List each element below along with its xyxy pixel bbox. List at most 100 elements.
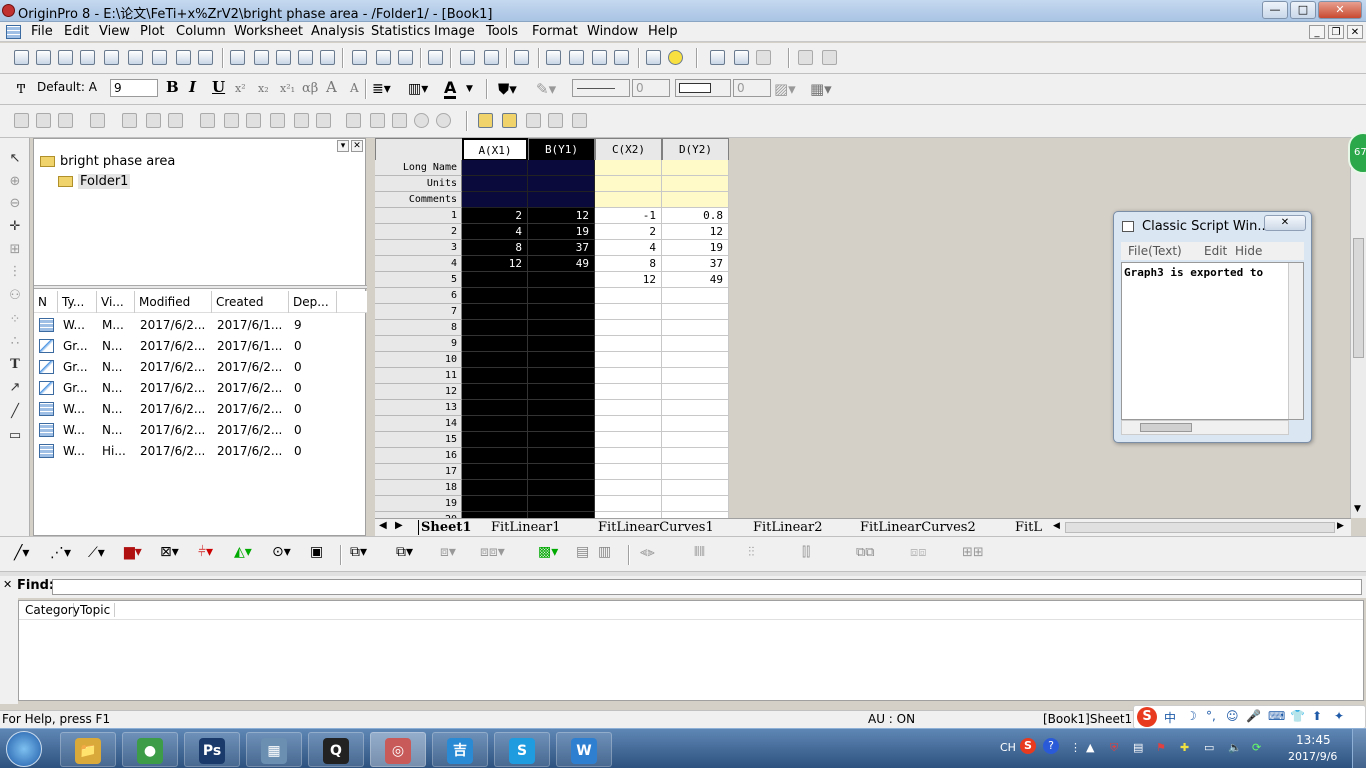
row-header[interactable]: 17 <box>375 464 462 480</box>
explorer-pin-icon[interactable]: ▾ <box>337 140 349 152</box>
tray-arrow-icon[interactable]: ▲ <box>1086 741 1094 754</box>
taskbar-app9[interactable]: W <box>556 732 612 767</box>
3d-surface-icon[interactable]: ⧉▾ <box>396 544 413 560</box>
set-column-values-icon[interactable] <box>822 50 837 65</box>
menu-worksheet[interactable]: Worksheet <box>234 24 303 39</box>
taskbar-explorer[interactable]: 📁 <box>60 732 116 767</box>
open-template-icon[interactable] <box>254 50 269 65</box>
increase-font-button[interactable]: A <box>326 78 337 96</box>
flag-tray-icon[interactable]: ⚑ <box>1156 741 1166 754</box>
row-header[interactable]: 10 <box>375 352 462 368</box>
data-cell[interactable] <box>528 352 595 368</box>
menu-format[interactable]: Format <box>532 24 578 39</box>
data-cell[interactable] <box>662 464 729 480</box>
data-cell[interactable] <box>462 304 528 320</box>
list-item[interactable]: Gr... N... 2017/6/2... 2017/6/1... 0 <box>34 336 367 357</box>
category-header[interactable]: Category <box>19 603 80 617</box>
ungroup-icon[interactable]: ⊞⊞ <box>962 545 984 560</box>
data-cell[interactable]: 2 <box>595 224 662 240</box>
new-matrix-icon[interactable] <box>128 50 143 65</box>
color-scale-icon[interactable] <box>370 113 385 128</box>
chevron-down-icon[interactable]: ▼ <box>466 84 473 94</box>
vertical-scrollbar[interactable]: ▼ <box>1350 138 1366 518</box>
mdi-close-button[interactable]: ✕ <box>1347 25 1363 39</box>
align-icon[interactable]: ≣▾ <box>372 81 391 97</box>
data-cell[interactable] <box>528 448 595 464</box>
data-cell[interactable] <box>595 480 662 496</box>
data-cell[interactable] <box>462 320 528 336</box>
3d-wire-icon[interactable]: ⧈⧈▾ <box>480 544 505 560</box>
data-cell[interactable] <box>528 416 595 432</box>
axis-full-icon[interactable] <box>270 113 285 128</box>
script-text-area[interactable]: Graph3 is exported to <box>1121 262 1304 420</box>
bold-button[interactable]: B <box>166 78 179 96</box>
app-icon[interactable] <box>2 4 15 17</box>
data-cell[interactable] <box>595 368 662 384</box>
pattern-width-select[interactable]: 0 <box>733 79 771 97</box>
data-cell[interactable]: 8 <box>595 256 662 272</box>
notification-badge[interactable]: 67 <box>1348 132 1366 174</box>
menu-image[interactable]: Image <box>434 24 475 39</box>
security-tray-icon[interactable]: ⟳ <box>1252 741 1261 754</box>
pattern-select[interactable] <box>675 79 731 97</box>
mdi-minimize-button[interactable]: _ <box>1309 25 1325 39</box>
font-size-select[interactable]: 9 <box>110 79 158 97</box>
open-icon[interactable] <box>230 50 245 65</box>
screen-reader-icon[interactable]: ✛ <box>7 219 23 235</box>
label-cell[interactable] <box>528 192 595 208</box>
script-menu-file[interactable]: File(Text) <box>1128 244 1182 258</box>
list-item[interactable]: Gr... N... 2017/6/2... 2017/6/2... 0 <box>34 378 367 399</box>
data-reader-icon[interactable]: ⊞ <box>7 242 23 258</box>
data-cell[interactable]: 0.8 <box>662 208 729 224</box>
data-cell[interactable] <box>462 432 528 448</box>
row-header[interactable]: 19 <box>375 496 462 512</box>
hscroll-right-icon[interactable]: ▶ <box>1337 521 1344 531</box>
taskbar-app7[interactable]: 吉 <box>432 732 488 767</box>
col-header-n[interactable]: N <box>34 291 58 313</box>
taskbar-skype[interactable]: S <box>494 732 550 767</box>
data-cell[interactable]: 12 <box>462 256 528 272</box>
row-header[interactable]: 8 <box>375 320 462 336</box>
line-plot-icon[interactable]: ╱▾ <box>14 545 29 561</box>
ime-chinese-icon[interactable]: 中 <box>1164 709 1176 726</box>
vscroll-thumb[interactable] <box>1353 238 1364 358</box>
area-plot-icon[interactable]: ◭▾ <box>234 544 252 560</box>
tab-fitlinear1[interactable]: FitLinear1 <box>491 520 561 535</box>
3d-bar-icon[interactable]: ⧈▾ <box>440 544 456 560</box>
data-cell[interactable] <box>662 416 729 432</box>
tab-fitlinearcurves2[interactable]: FitLinearCurves2 <box>860 520 976 535</box>
group-icon[interactable]: ⧈⧈ <box>910 545 927 560</box>
zoom-out-tool-icon[interactable]: ⊖ <box>7 196 23 212</box>
label-cell[interactable] <box>595 160 662 176</box>
label-cell[interactable] <box>595 176 662 192</box>
ime-emoji-icon[interactable]: ☺ <box>1226 709 1239 723</box>
front-icon[interactable]: ⧉⧉ <box>856 545 875 560</box>
data-cell[interactable] <box>528 336 595 352</box>
save-project-icon[interactable] <box>298 50 313 65</box>
data-cell[interactable]: 49 <box>528 256 595 272</box>
font-name-select[interactable]: Default: A <box>34 79 106 97</box>
data-cell[interactable] <box>662 352 729 368</box>
col-header-modified[interactable]: Modified <box>135 291 212 313</box>
data-cell[interactable] <box>595 448 662 464</box>
import-wizard-icon[interactable] <box>352 50 367 65</box>
column-alignment-icon[interactable]: ▥▾ <box>408 81 428 97</box>
row-header[interactable]: 7 <box>375 304 462 320</box>
tray-language[interactable]: CH <box>1000 741 1016 754</box>
tab-scroll-right-icon[interactable]: ▶ <box>395 520 403 531</box>
axis-icon[interactable] <box>200 113 215 128</box>
topic-header[interactable]: Topic <box>75 603 115 617</box>
data-cell[interactable] <box>462 400 528 416</box>
paste-icon[interactable] <box>756 50 771 65</box>
line-color-icon[interactable]: ✎▾ <box>536 80 556 98</box>
save-template-icon[interactable] <box>320 50 335 65</box>
project-explorer-icon[interactable] <box>546 50 561 65</box>
hscroll-left-icon[interactable]: ◀ <box>1053 521 1060 531</box>
close-button[interactable]: ✕ <box>1318 1 1362 19</box>
contour-icon[interactable]: ▩▾ <box>538 544 558 560</box>
data-cell[interactable] <box>528 368 595 384</box>
row-header[interactable]: 1 <box>375 208 462 224</box>
data-cell[interactable] <box>662 400 729 416</box>
ime-keyboard-icon[interactable]: ⌨ <box>1268 709 1285 723</box>
column-header-b[interactable]: B(Y1) <box>528 138 595 161</box>
